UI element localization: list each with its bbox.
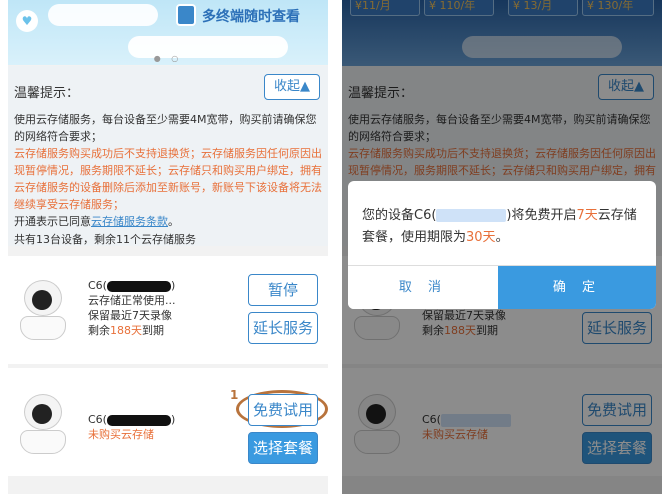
device-status: 云存储正常使用... xyxy=(88,294,176,307)
annotation-number: 1 xyxy=(230,388,239,402)
promo-banner[interactable]: ♥ 多终端随时查看 ● ○ xyxy=(8,0,328,65)
mobile-phone-icon xyxy=(176,4,196,26)
device-info: C6() 未购买云存储 xyxy=(88,412,175,442)
carousel-dots[interactable]: ● ○ xyxy=(8,54,328,63)
dialog-message: 您的设备C6()将免费开启7天云存储套餐，使用期限为30天。 xyxy=(362,208,637,245)
device-name: C6() xyxy=(88,413,176,426)
device-row: C6() 未购买云存储 1 免费试用 选择套餐 xyxy=(8,368,328,476)
left-screen: ♥ 多终端随时查看 ● ○ 温馨提示： 收起▲ 使用云存储服务，每台设备至少需要… xyxy=(8,0,328,494)
device-count: 共有13台设备，剩余11个云存储服务 xyxy=(14,233,196,246)
cloud-decoration xyxy=(48,4,158,26)
confirm-button[interactable]: 确 定 xyxy=(498,266,656,309)
notice-panel: 温馨提示： 收起▲ 使用云存储服务，每台设备至少需要4M宽带，购买前请确保您的网… xyxy=(8,66,328,246)
terms-link[interactable]: 云存储服务条款 xyxy=(91,215,168,228)
redacted-serial xyxy=(106,280,171,292)
device-name: C6() xyxy=(88,279,176,292)
notice-terms: 开通表示已同意云存储服务条款。 xyxy=(14,213,322,230)
collapse-button[interactable]: 收起▲ xyxy=(264,74,320,100)
notice-bandwidth: 使用云存储服务，每台设备至少需要4M宽带，购买前请确保您的网络符合要求； xyxy=(14,113,317,143)
camera-icon xyxy=(20,394,66,454)
device-row: C6() 云存储正常使用... 保留最近7天录像 剩余188天到期 暂停 延长服… xyxy=(8,256,328,364)
dialog-footer: 取 消 确 定 xyxy=(348,265,656,309)
terms-prefix: 开通表示已同意 xyxy=(14,215,91,228)
device-remaining: 剩余188天到期 xyxy=(88,324,164,337)
notice-warning: 云存储服务购买成功后不支持退换货；云存储服务因任何原因出现暂停情况，服务期限不延… xyxy=(14,147,322,211)
redacted-serial xyxy=(106,414,171,426)
extend-service-button[interactable]: 延长服务 xyxy=(248,312,318,344)
choose-plan-button[interactable]: 选择套餐 xyxy=(248,432,318,464)
free-trial-dialog: 您的设备C6()将免费开启7天云存储套餐，使用期限为30天。 取 消 确 定 xyxy=(348,181,656,309)
terms-suffix: 。 xyxy=(168,215,179,228)
free-trial-button[interactable]: 免费试用 xyxy=(248,394,318,426)
device-retention: 保留最近7天录像 xyxy=(88,309,172,322)
right-screen: ¥11/月 ¥ 110/年 ¥ 13/月 ¥ 130/年 温馨提示： 收起▲ 使… xyxy=(342,0,662,494)
redacted-serial xyxy=(436,209,507,222)
cancel-button[interactable]: 取 消 xyxy=(348,266,498,309)
banner-text: 多终端随时查看 xyxy=(202,9,300,25)
pause-button[interactable]: 暂停 xyxy=(248,274,318,306)
device-info: C6() 云存储正常使用... 保留最近7天录像 剩余188天到期 xyxy=(88,278,176,338)
camera-icon xyxy=(20,280,66,340)
device-status: 未购买云存储 xyxy=(88,428,154,441)
heart-icon: ♥ xyxy=(16,10,38,32)
